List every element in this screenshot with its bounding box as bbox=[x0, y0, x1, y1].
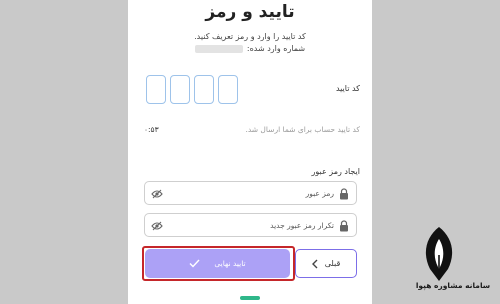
back-button[interactable]: قبلی bbox=[295, 249, 357, 278]
nav-indicator bbox=[240, 296, 260, 300]
entered-number-label: شماره وارد شده: bbox=[246, 44, 306, 53]
back-button-label: قبلی bbox=[324, 259, 341, 268]
code-digit-input[interactable] bbox=[194, 75, 214, 104]
masked-phone-number bbox=[194, 44, 243, 53]
pen-nib-logo-icon bbox=[425, 227, 453, 281]
code-digit-input[interactable] bbox=[146, 75, 166, 104]
password-confirm-input[interactable] bbox=[171, 218, 334, 233]
backdrop-left bbox=[0, 0, 128, 304]
lock-icon bbox=[340, 220, 348, 232]
password-input[interactable] bbox=[171, 186, 334, 201]
resend-hint: کد تایید حساب برای شما ارسال شد. bbox=[245, 125, 360, 134]
eye-off-icon[interactable] bbox=[151, 221, 163, 231]
instruction-text: کد تایید را وارد و رمز تعریف کنید. bbox=[194, 32, 306, 41]
code-digit-input[interactable] bbox=[218, 75, 238, 104]
eye-off-icon[interactable] bbox=[151, 189, 163, 199]
password-section-label: ایجاد رمز عبور bbox=[311, 167, 360, 176]
chevron-left-icon bbox=[311, 259, 318, 268]
page-title: تایید و رمز bbox=[205, 2, 295, 22]
password-field bbox=[144, 181, 357, 205]
countdown-timer: ۰:۵۳ bbox=[144, 125, 159, 134]
site-brand-text: سامانه مشاوره هپوا bbox=[415, 281, 491, 290]
code-input-group bbox=[146, 75, 238, 104]
code-label: کد تایید bbox=[335, 84, 360, 93]
phone-screen: تایید و رمز کد تایید را وارد و رمز تعریف… bbox=[128, 0, 372, 304]
entered-number-line: شماره وارد شده: bbox=[140, 44, 360, 53]
lock-icon bbox=[340, 188, 348, 200]
code-digit-input[interactable] bbox=[170, 75, 190, 104]
password-confirm-field bbox=[144, 213, 357, 237]
highlight-frame bbox=[142, 246, 295, 281]
